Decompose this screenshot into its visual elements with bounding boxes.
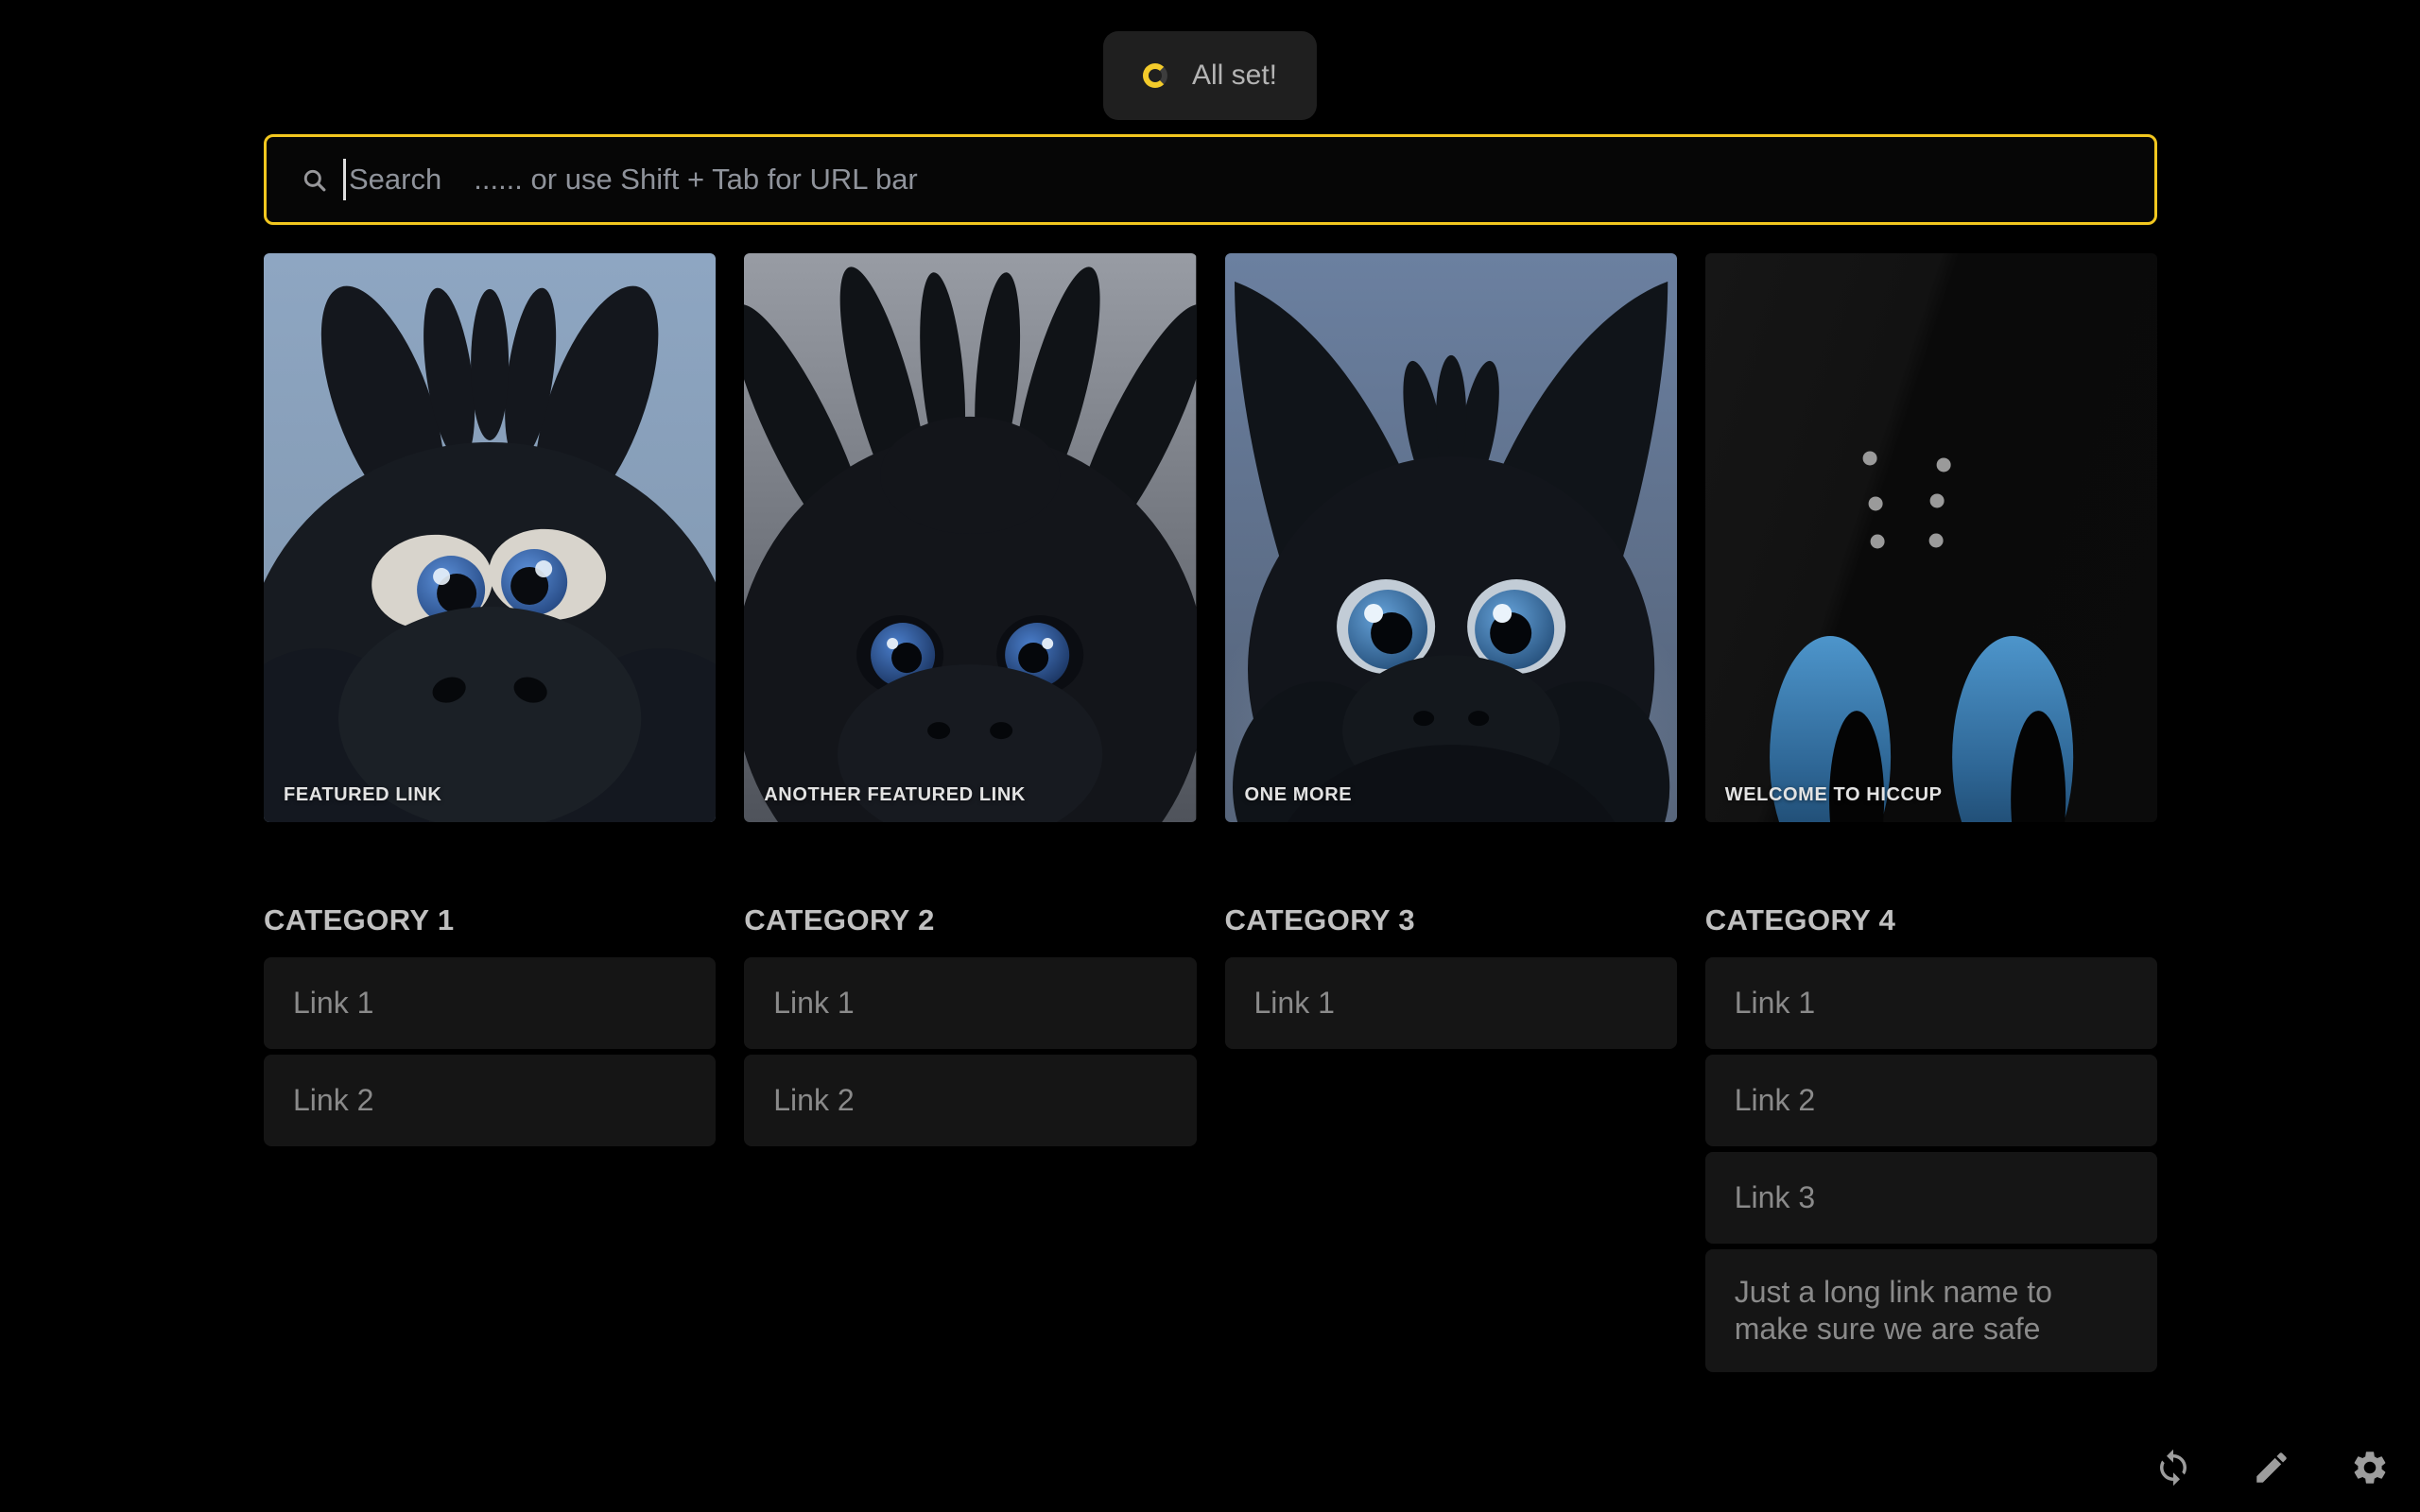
featured-card-2[interactable]: ANOTHER FEATURED LINK bbox=[744, 253, 1196, 822]
dark-eyes-art bbox=[1705, 253, 2157, 822]
start-page: All set! Search ...... or use Shift + Ta… bbox=[0, 0, 2420, 1512]
link-item[interactable]: Just a long link name to make sure we ar… bbox=[1705, 1249, 2157, 1372]
category-title: CATEGORY 3 bbox=[1225, 905, 1677, 935]
edit-icon bbox=[2252, 1448, 2291, 1487]
category-column-1: CATEGORY 1 Link 1 Link 2 bbox=[264, 905, 716, 1146]
link-item[interactable]: Link 2 bbox=[264, 1055, 716, 1146]
category-column-3: CATEGORY 3 Link 1 bbox=[1225, 905, 1677, 1049]
settings-button[interactable] bbox=[2350, 1448, 2390, 1487]
dragon-portrait-art bbox=[264, 253, 716, 822]
link-item[interactable]: Link 3 bbox=[1705, 1152, 2157, 1244]
categories-grid: CATEGORY 1 Link 1 Link 2 CATEGORY 2 Link… bbox=[264, 905, 2157, 1372]
featured-card-4[interactable]: WELCOME TO HICCUP bbox=[1705, 253, 2157, 822]
featured-links-row: FEATURED LINK bbox=[264, 253, 2157, 822]
category-title: CATEGORY 1 bbox=[264, 905, 716, 935]
text-caret bbox=[343, 159, 346, 200]
toast-label: All set! bbox=[1192, 60, 1277, 92]
dragon-portrait-art bbox=[1225, 253, 1677, 822]
link-item[interactable]: Link 1 bbox=[1705, 957, 2157, 1049]
link-item[interactable]: Link 1 bbox=[1225, 957, 1677, 1049]
refresh-button[interactable] bbox=[2153, 1448, 2193, 1487]
link-item[interactable]: Link 1 bbox=[744, 957, 1196, 1049]
search-placeholder-hint: ...... or use Shift + Tab for URL bar bbox=[474, 163, 918, 197]
edit-button[interactable] bbox=[2252, 1448, 2291, 1487]
category-column-2: CATEGORY 2 Link 1 Link 2 bbox=[744, 905, 1196, 1146]
search-placeholder: Search bbox=[349, 163, 441, 197]
c-ring-icon bbox=[1143, 63, 1167, 88]
search-icon bbox=[302, 167, 327, 193]
featured-card-1[interactable]: FEATURED LINK bbox=[264, 253, 716, 822]
featured-card-label: ANOTHER FEATURED LINK bbox=[764, 784, 1026, 806]
refresh-icon bbox=[2153, 1448, 2193, 1487]
link-item[interactable]: Link 2 bbox=[1705, 1055, 2157, 1146]
link-item[interactable]: Link 2 bbox=[744, 1055, 1196, 1146]
footer-toolbar bbox=[2153, 1448, 2390, 1487]
featured-card-label: ONE MORE bbox=[1245, 784, 1353, 806]
settings-icon bbox=[2350, 1448, 2390, 1487]
featured-card-label: FEATURED LINK bbox=[284, 784, 441, 806]
dragon-portrait-art bbox=[744, 253, 1196, 822]
featured-card-3[interactable]: ONE MORE bbox=[1225, 253, 1677, 822]
search-input[interactable]: Search ...... or use Shift + Tab for URL… bbox=[264, 134, 2157, 225]
status-toast: All set! bbox=[1103, 31, 1317, 120]
category-column-4: CATEGORY 4 Link 1 Link 2 Link 3 Just a l… bbox=[1705, 905, 2157, 1372]
link-item[interactable]: Link 1 bbox=[264, 957, 716, 1049]
featured-card-label: WELCOME TO HICCUP bbox=[1725, 784, 1943, 806]
category-title: CATEGORY 4 bbox=[1705, 905, 2157, 935]
category-title: CATEGORY 2 bbox=[744, 905, 1196, 935]
